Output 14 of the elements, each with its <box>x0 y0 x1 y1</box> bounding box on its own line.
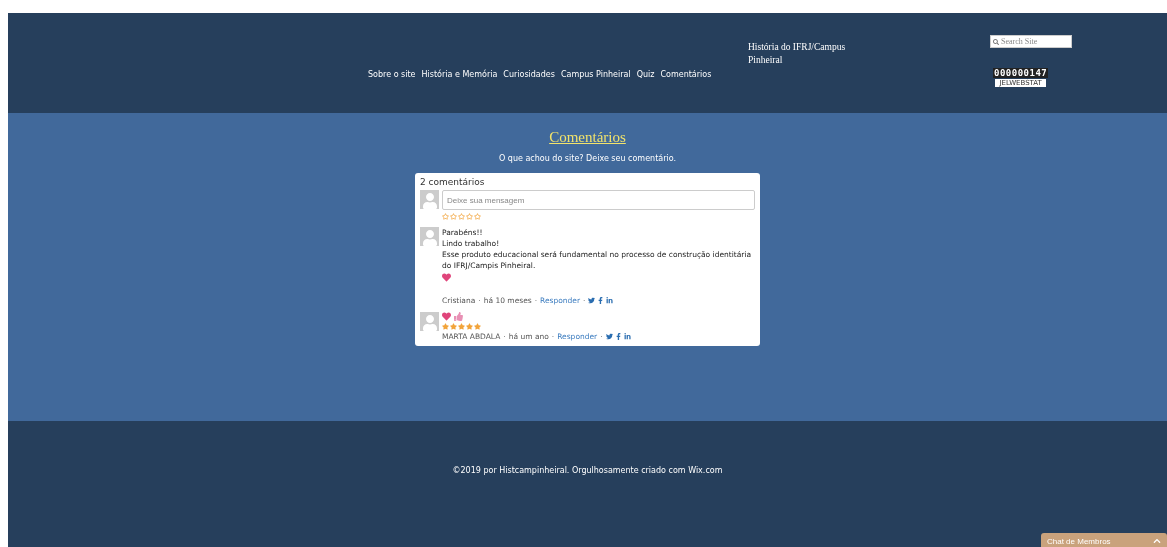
comments-count: 2 comentários <box>420 177 486 187</box>
message-field[interactable]: Deixe sua mensagem <box>442 190 755 210</box>
nav-link[interactable]: Sobre o site <box>368 70 416 79</box>
page-subtitle: O que achou do site? Deixe seu comentário. <box>499 154 676 163</box>
nav-link[interactable]: Curiosidades <box>503 70 555 79</box>
page-title: Comentários <box>549 129 626 146</box>
nav-link[interactable]: Comentários <box>660 70 712 79</box>
nav-link[interactable]: Campus Pinheiral <box>560 70 631 79</box>
visitor-counter: 000000147 <box>993 68 1049 78</box>
nav-link[interactable]: História e Memória <box>421 70 498 79</box>
nav-link[interactable]: Quiz <box>636 70 655 79</box>
footer-text: ©2019 por Histcampinheiral. Orgulhosamente criado com Wix.com <box>452 466 723 477</box>
search-field[interactable]: Search Site <box>990 35 1072 48</box>
site-title: História do IFRJ/Campus Pinheiral <box>748 41 847 67</box>
